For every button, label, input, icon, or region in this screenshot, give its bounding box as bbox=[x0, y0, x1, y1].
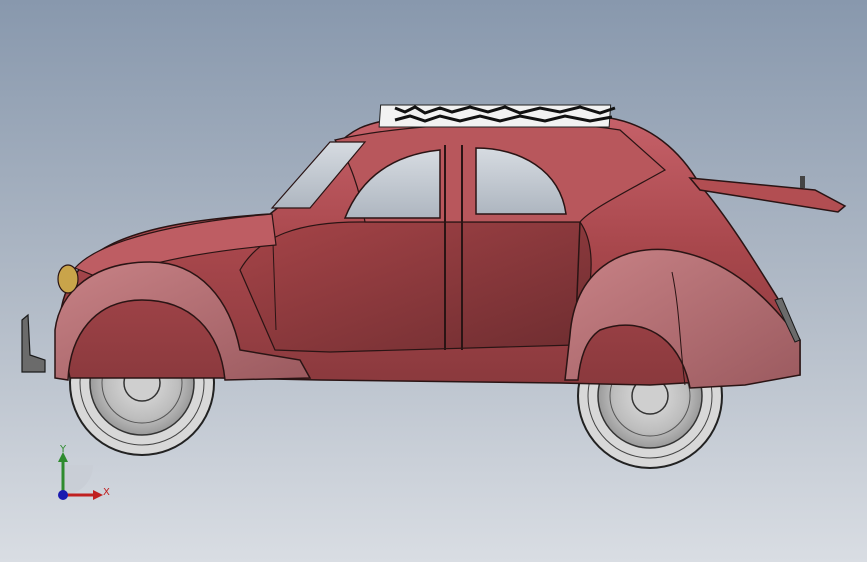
triad-graphic bbox=[58, 452, 103, 500]
headlight bbox=[57, 264, 79, 294]
side-panel bbox=[239, 221, 592, 353]
model-viewport[interactable] bbox=[0, 0, 867, 562]
y-axis-label: Y bbox=[60, 444, 67, 455]
front-bumper bbox=[21, 313, 46, 373]
orientation-triad: Y X bbox=[48, 440, 118, 510]
sunroof-pattern bbox=[378, 104, 616, 128]
x-axis-label: X bbox=[103, 487, 110, 498]
trunk-latch bbox=[800, 176, 805, 188]
